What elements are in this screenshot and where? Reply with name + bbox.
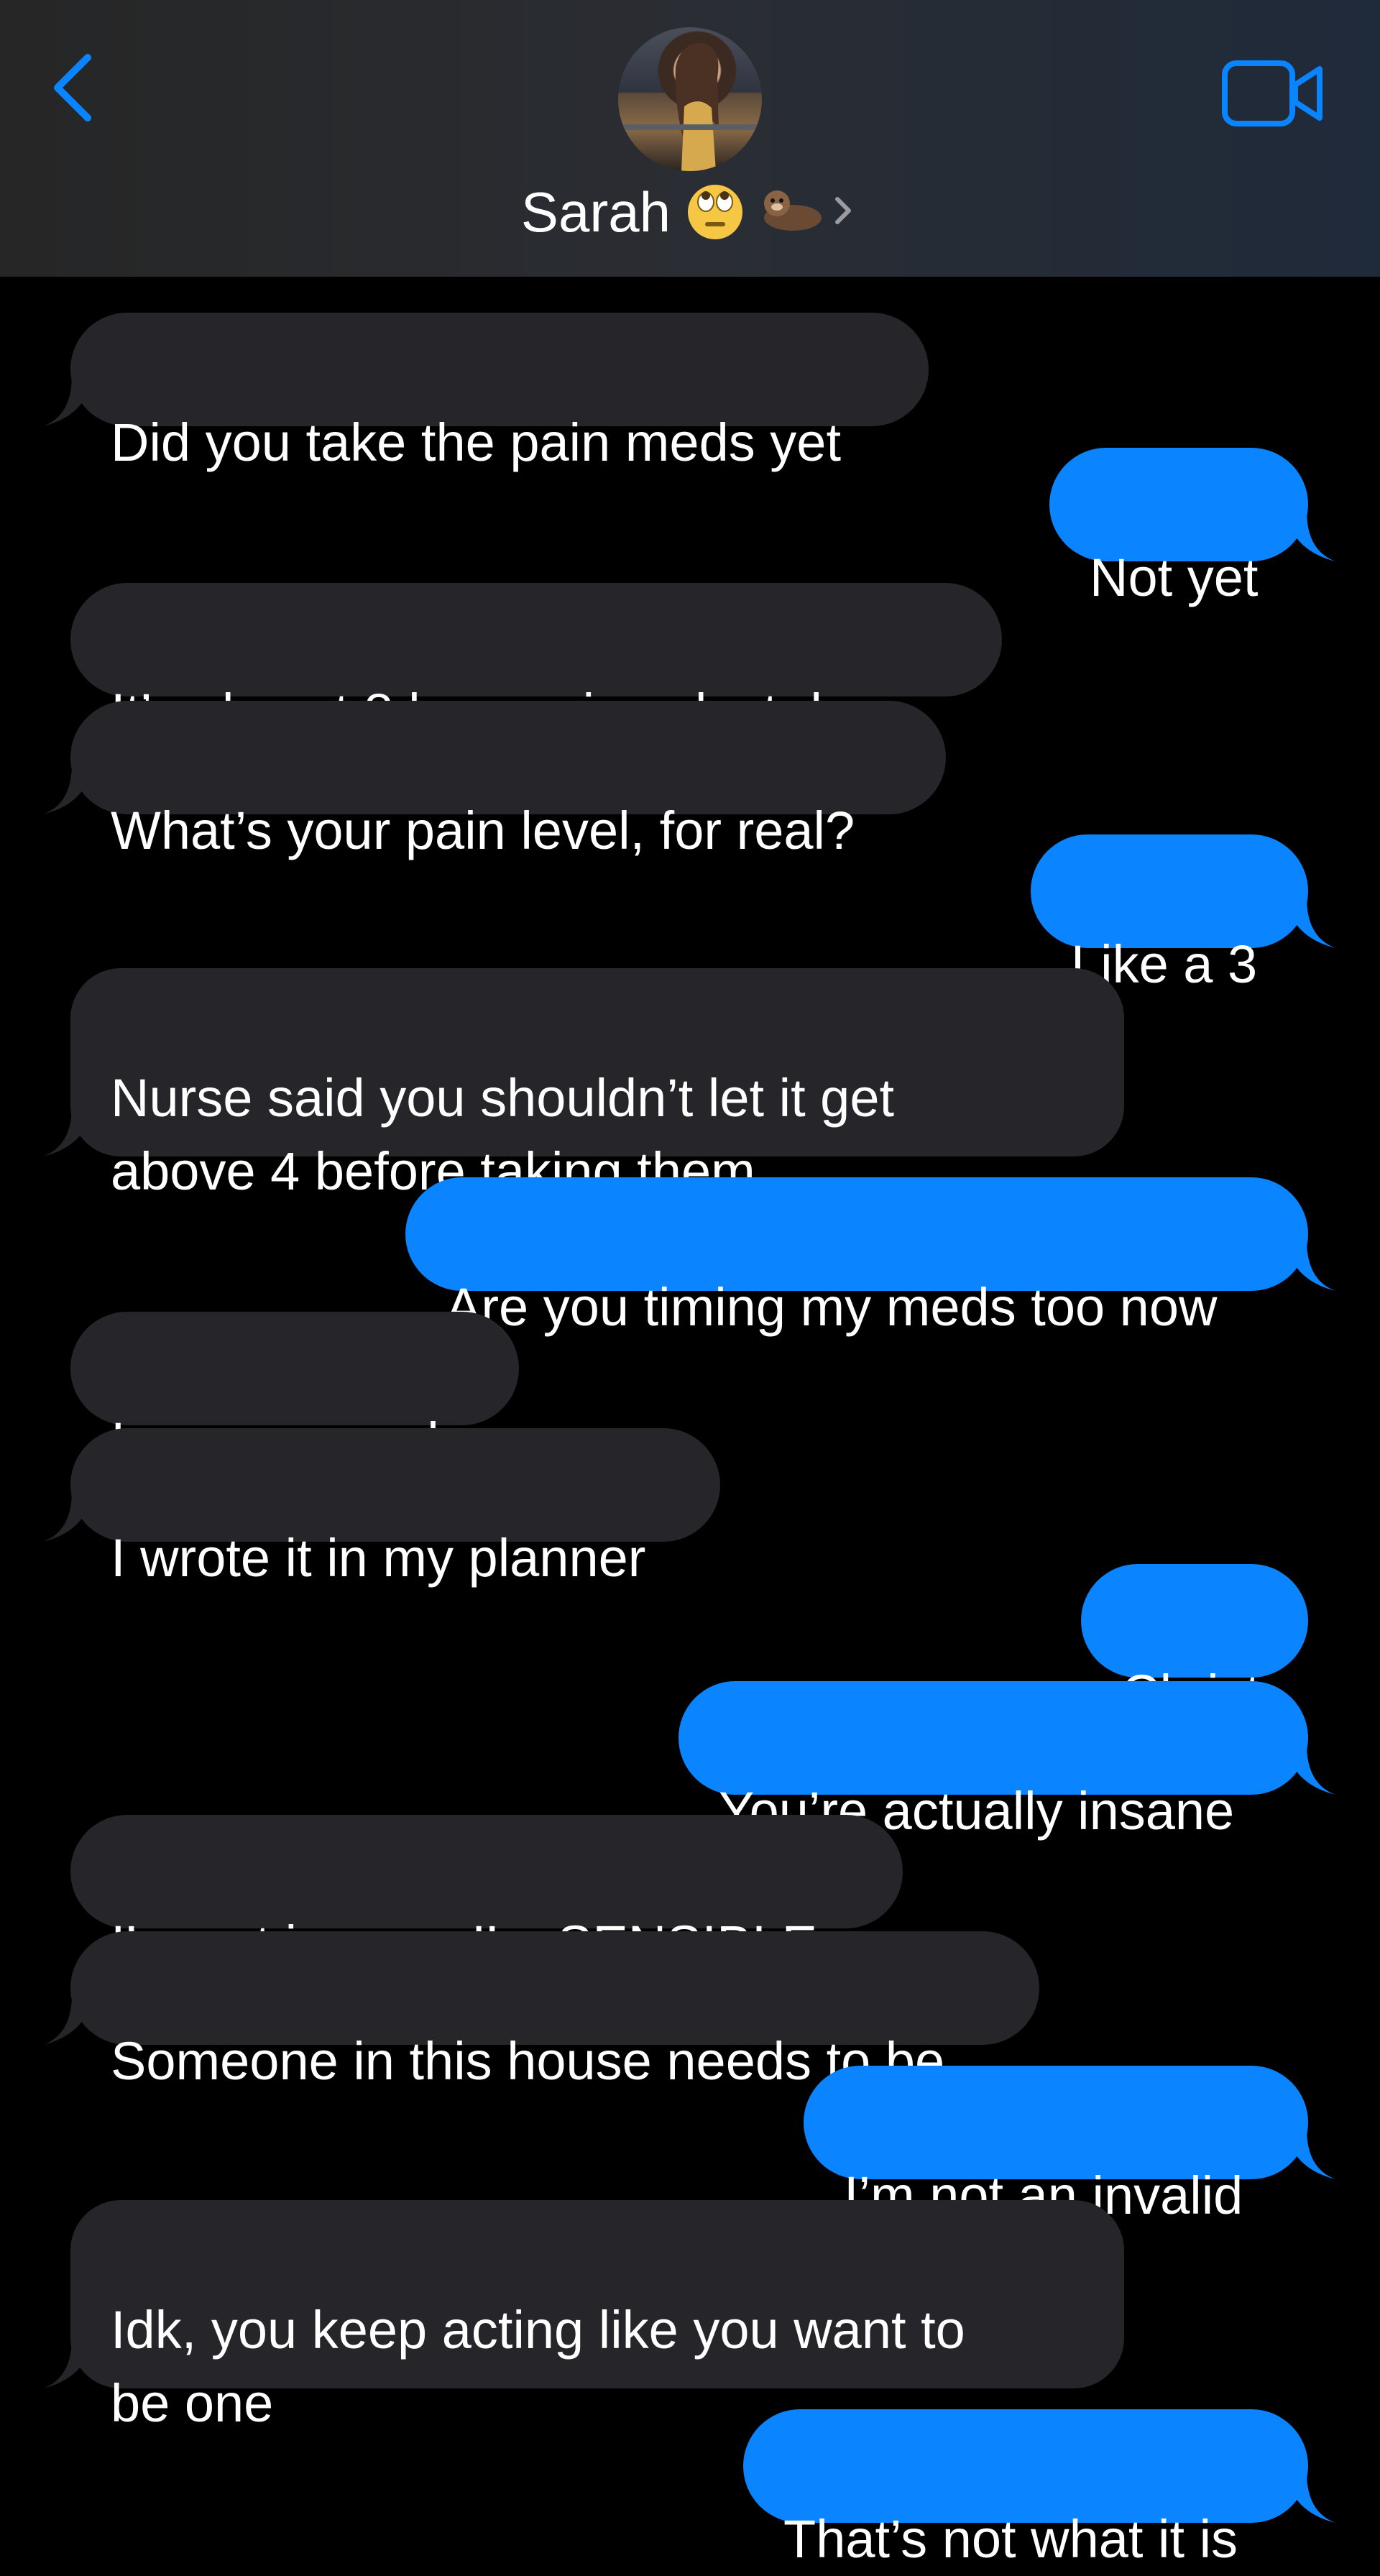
message-bubble-incoming[interactable]: Nurse said you shouldn’t let it get abov… (43, 968, 1124, 1201)
message-bubble-incoming[interactable]: I wrote it in my planner (43, 1428, 720, 1588)
chevron-left-icon (54, 54, 91, 121)
message-text: That’s not what it is (783, 2509, 1238, 2569)
message-bubble-outgoing[interactable]: You’re actually insane (678, 1681, 1335, 1841)
bubble-tail (43, 1995, 93, 2045)
bubble-tail (43, 1491, 93, 1542)
message-bubble-outgoing[interactable]: Christ (1081, 1564, 1308, 1724)
message-bubble-incoming[interactable]: It’s almost 8 hours since last dose (70, 583, 1002, 742)
contact-name: Sarah (520, 180, 671, 244)
bubble-tail (1285, 1744, 1335, 1795)
video-call-button[interactable] (1220, 58, 1325, 129)
message-text: Not yet (1090, 548, 1259, 607)
message-bubble-outgoing[interactable]: Are you timing my meds too now (405, 1177, 1335, 1337)
message-bubble-incoming[interactable]: Did you take the pain meds yet (43, 313, 929, 472)
chat-header: Sarah (0, 0, 1380, 277)
contact-emoji (686, 180, 755, 244)
bubble-tail (1285, 511, 1335, 561)
otter-emoji (755, 180, 824, 244)
contact-name-row[interactable]: Sarah (0, 176, 1380, 248)
message-text: What’s your pain level, for real? (111, 801, 855, 860)
bubble-tail (1285, 898, 1335, 948)
otter-icon (764, 190, 822, 231)
message-bubble-outgoing[interactable]: Not yet (1049, 448, 1335, 607)
bubble-tail (1285, 2472, 1335, 2523)
back-button[interactable] (47, 52, 98, 124)
contact-avatar[interactable] (618, 27, 762, 171)
message-text: I wrote it in my planner (111, 1528, 646, 1588)
eye-roll-emoji-icon (688, 184, 743, 239)
bubble-tail (1285, 1241, 1335, 1291)
message-bubble-incoming[interactable]: Someone in this house needs to be (43, 1931, 1039, 2091)
message-bubble-outgoing[interactable]: Like a 3 (1031, 834, 1335, 994)
bubble-tail (43, 2338, 93, 2388)
bubble-tail (1285, 2129, 1335, 2179)
message-bubble-outgoing[interactable]: I’m not an invalid (804, 2066, 1335, 2225)
message-bubble-incoming[interactable]: I mean… yeah (70, 1312, 519, 1471)
message-text: Did you take the pain meds yet (111, 413, 842, 472)
message-text: Are you timing my meds too now (446, 1277, 1218, 1337)
bubble-tail (43, 1106, 93, 1156)
chevron-right-icon (830, 189, 859, 236)
bubble-tail (43, 376, 93, 426)
message-bubble-incoming[interactable]: What’s your pain level, for real? (43, 701, 946, 860)
message-bubble-outgoing[interactable]: That’s not what it is (743, 2409, 1335, 2569)
message-bubble-incoming[interactable]: I’m not insane, I’m SENSIBLE (70, 1815, 903, 1974)
avatar-photo (618, 42, 762, 171)
bubble-tail (43, 764, 93, 814)
video-camera-icon (1222, 60, 1322, 126)
message-bubble-incoming[interactable]: Idk, you keep acting like you want to be… (43, 2200, 1124, 2433)
